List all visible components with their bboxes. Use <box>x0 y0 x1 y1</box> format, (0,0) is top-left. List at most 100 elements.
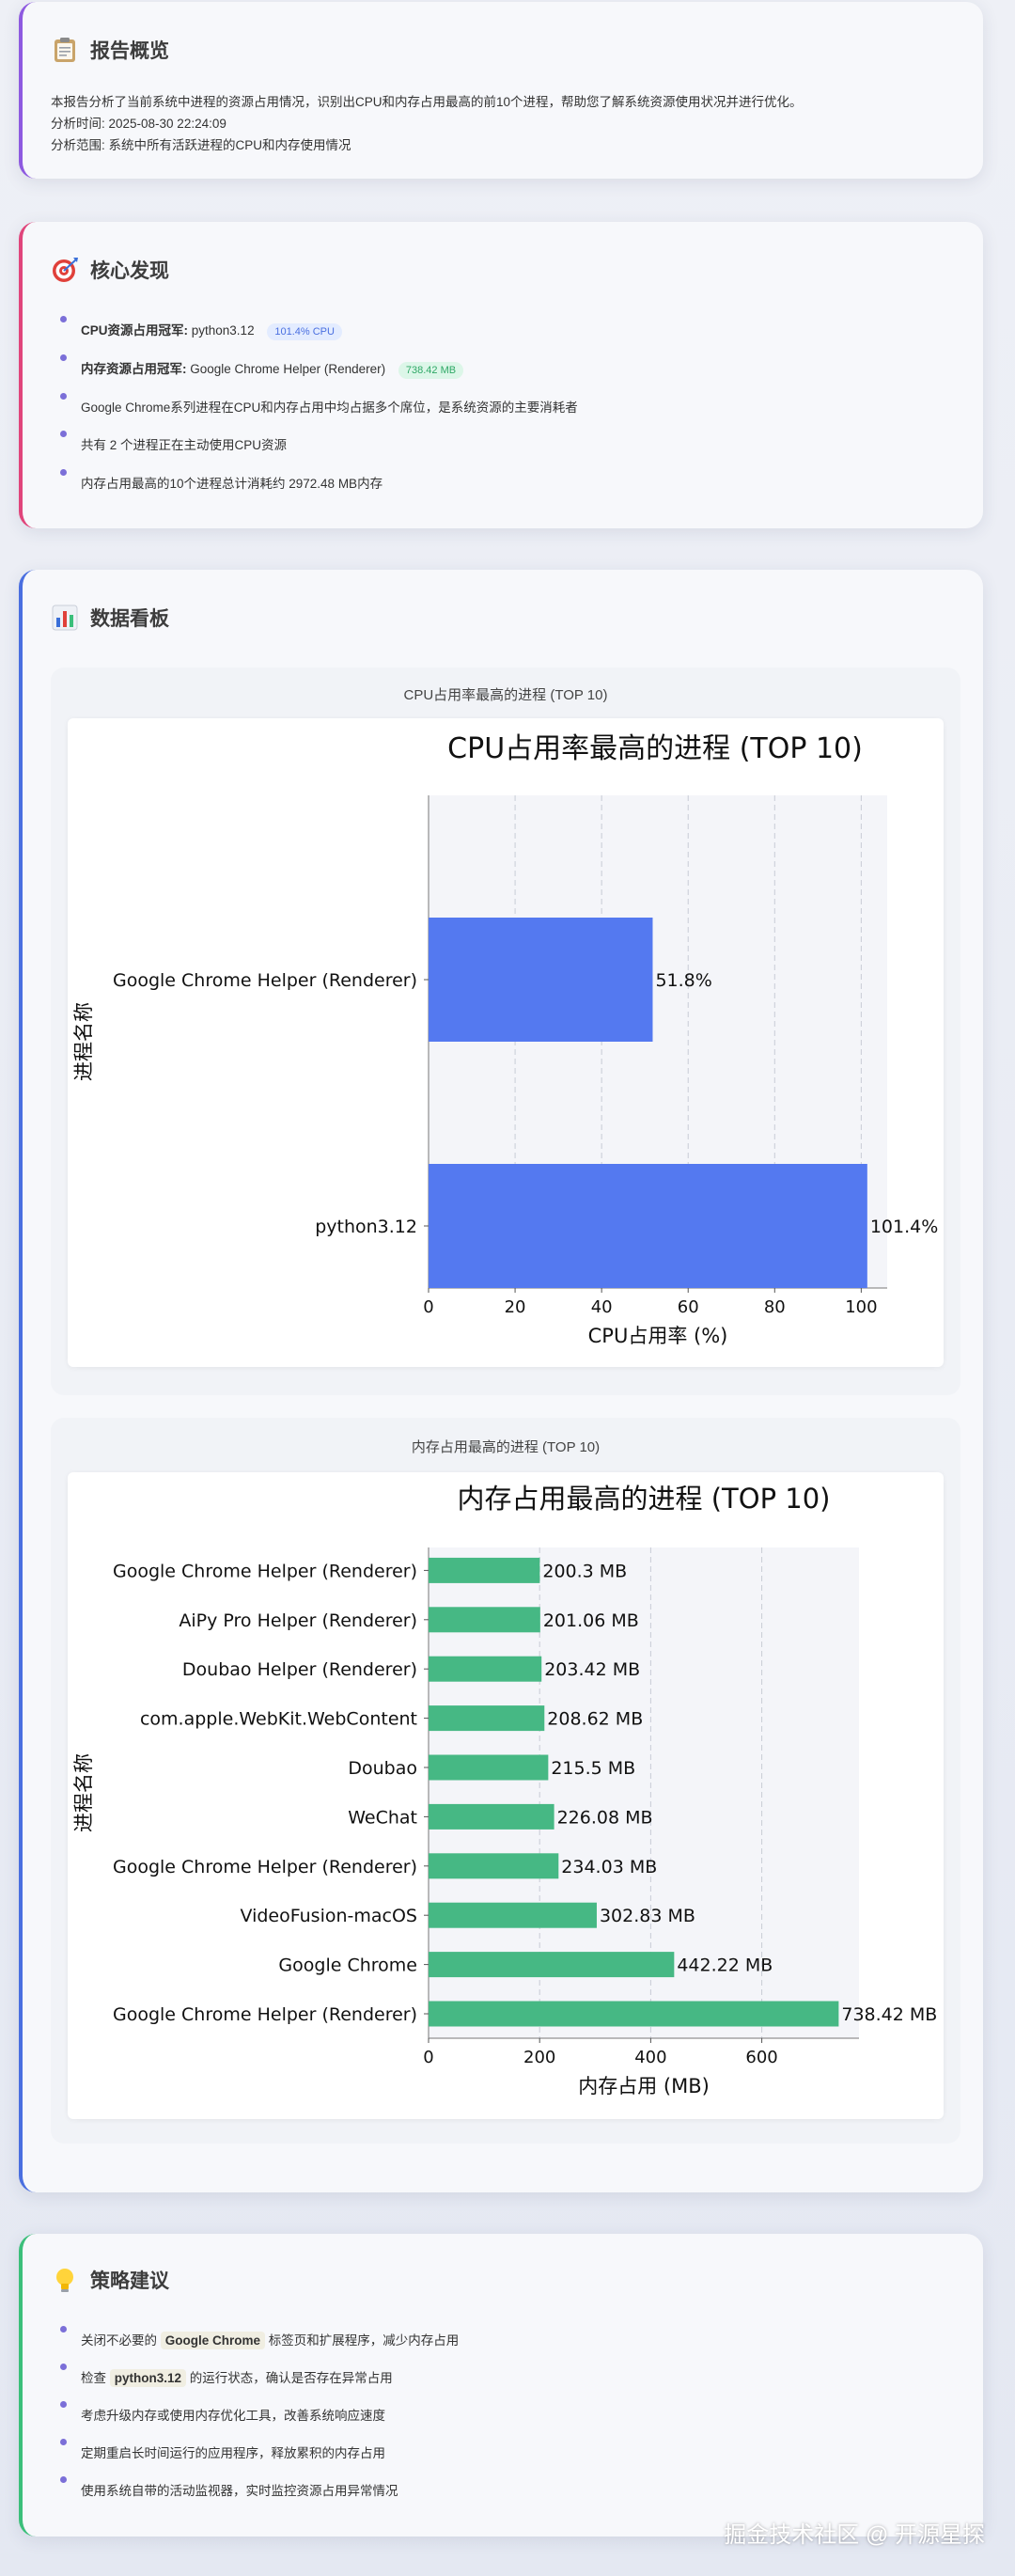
overview-title: 报告概览 <box>90 40 169 62</box>
dashboard-header: 数据看板 <box>51 604 169 632</box>
overview-card: 报告概览 本报告分析了当前系统中进程的资源占用情况，识别出CPU和内存占用最高的… <box>19 2 983 179</box>
finding-item-5: 内存占用最高的10个进程总计消耗约 2972.48 MB内存 <box>51 469 953 510</box>
x-tick-label: 0 <box>423 1297 433 1317</box>
data-label: 302.83 MB <box>600 1906 695 1926</box>
finding-cpu-label: CPU资源占用冠军: <box>81 323 188 338</box>
strategy-item-4: 定期重启长时间运行的应用程序，释放累积的内存占用 <box>51 2439 953 2480</box>
cpu-chart-box: CPU占用率最高的进程 (TOP 10) 0 20 40 60 80 100 CPU占用率 (… <box>68 718 944 1367</box>
strategy-item-2: 检查 python3.12 的运行状态，确认是否存在异常占用 <box>51 2364 953 2405</box>
strategy-item-2-post: 的运行状态，确认是否存在异常占用 <box>186 2371 393 2385</box>
bar-chart-icon <box>51 604 79 632</box>
findings-list: CPU资源占用冠军: python3.12 101.4% CPU 内存资源占用冠… <box>51 316 953 510</box>
cpu-chart: CPU占用率最高的进程 (TOP 10) 0 20 40 60 80 100 CPU占用率 (… <box>72 732 938 1347</box>
strategy-item-1-post: 标签页和扩展程序，减少内存占用 <box>265 2333 460 2348</box>
data-label: 215.5 MB <box>551 1758 635 1779</box>
bar <box>429 1607 540 1633</box>
y-tick-label: Google Chrome <box>278 1956 417 1976</box>
mem-badge: 738.42 MB <box>398 362 464 379</box>
overview-time: 分析时间: 2025-08-30 22:24:09 <box>51 117 226 131</box>
data-label: 51.8% <box>655 970 711 991</box>
bar <box>429 1754 549 1781</box>
y-tick-label: Google Chrome Helper (Renderer) <box>113 1561 417 1581</box>
data-label: 201.06 MB <box>543 1610 639 1631</box>
x-tick-label: 0 <box>423 2048 433 2067</box>
strategy-item-5: 使用系统自带的活动监视器，实时监控资源占用异常情况 <box>51 2476 953 2518</box>
x-tick-label: 80 <box>764 1297 786 1317</box>
bar <box>429 1164 867 1288</box>
data-label: 226.08 MB <box>557 1807 653 1828</box>
chart-title: CPU占用率最高的进程 (TOP 10) <box>447 732 863 765</box>
data-label: 101.4% <box>870 1217 938 1237</box>
python-chip: python3.12 <box>109 2369 187 2387</box>
lightbulb-icon <box>51 2266 79 2294</box>
dashboard-card: 数据看板 CPU占用率最高的进程 (TOP 10) CPU占用率最高的进程 (T… <box>19 570 983 2192</box>
cpu-badge: 101.4% CPU <box>267 323 342 340</box>
bar <box>429 918 653 1042</box>
finding-cpu: CPU资源占用冠军: python3.12 101.4% CPU <box>51 316 953 358</box>
x-tick-label: 40 <box>591 1297 613 1317</box>
overview-description: 本报告分析了当前系统中进程的资源占用情况，识别出CPU和内存占用最高的前10个进… <box>51 95 803 109</box>
mem-chart-caption: 内存占用最高的进程 (TOP 10) <box>411 1439 601 1455</box>
data-label: 234.03 MB <box>561 1857 657 1877</box>
cpu-chart-panel: CPU占用率最高的进程 (TOP 10) CPU占用率最高的进程 (TOP 10… <box>51 668 960 1395</box>
strategy-header: 策略建议 <box>51 2266 169 2294</box>
clipboard-icon <box>51 36 79 64</box>
chart-title: 内存占用最高的进程 (TOP 10) <box>458 1483 831 1515</box>
finding-mem-value: Google Chrome Helper (Renderer) <box>190 362 386 376</box>
y-axis-label: 进程名称 <box>72 1002 95 1081</box>
finding-item-3: Google Chrome系列进程在CPU和内存占用中均占据多个席位，是系统资源… <box>51 393 953 434</box>
data-label: 200.3 MB <box>542 1561 627 1581</box>
y-tick-label: Google Chrome Helper (Renderer) <box>113 2004 417 2025</box>
finding-item-4: 共有 2 个进程正在主动使用CPU资源 <box>51 431 953 473</box>
y-tick-label: com.apple.WebKit.WebContent <box>140 1709 417 1730</box>
bar <box>429 1557 540 1583</box>
overview-body: 本报告分析了当前系统中进程的资源占用情况，识别出CPU和内存占用最高的前10个进… <box>51 91 803 156</box>
y-tick-label: Doubao <box>348 1758 417 1779</box>
x-tick-label: 100 <box>845 1297 877 1317</box>
findings-header: 核心发现 <box>51 256 169 284</box>
finding-cpu-value: python3.12 <box>191 323 255 338</box>
y-axis-label: 进程名称 <box>72 1753 95 1832</box>
x-axis-label: 内存占用 (MB) <box>578 2075 710 2097</box>
data-label: 208.62 MB <box>547 1709 643 1730</box>
x-axis-label: CPU占用率 (%) <box>588 1325 728 1347</box>
target-icon <box>51 256 79 284</box>
x-tick-label: 600 <box>745 2048 777 2067</box>
strategy-item-2-pre: 检查 <box>81 2371 110 2385</box>
cpu-chart-caption: CPU占用率最高的进程 (TOP 10) <box>403 687 608 703</box>
bar <box>429 1853 559 1879</box>
mem-chart-box: 内存占用最高的进程 (TOP 10) 0 200 400 600 内存占用 (MB) 进程名… <box>68 1472 944 2119</box>
x-tick-label: 400 <box>634 2048 666 2067</box>
x-tick-label: 20 <box>505 1297 526 1317</box>
overview-header: 报告概览 <box>51 36 169 64</box>
x-tick-label: 60 <box>678 1297 699 1317</box>
strategy-card: 策略建议 关闭不必要的 Google Chrome 标签页和扩展程序，减少内存占… <box>19 2234 983 2537</box>
strategy-item-3: 考虑升级内存或使用内存优化工具，改善系统响应速度 <box>51 2401 953 2442</box>
y-tick-label: VideoFusion-macOS <box>241 1906 417 1926</box>
strategy-item-1-pre: 关闭不必要的 <box>81 2333 161 2348</box>
chrome-chip: Google Chrome <box>160 2332 266 2349</box>
findings-title: 核心发现 <box>90 260 169 282</box>
y-tick-label: Google Chrome Helper (Renderer) <box>113 1857 417 1877</box>
y-tick-label: Doubao Helper (Renderer) <box>182 1659 417 1680</box>
bar <box>429 1803 554 1830</box>
bar <box>429 1656 542 1682</box>
strategy-title: 策略建议 <box>90 2270 169 2292</box>
bar <box>429 1952 675 1978</box>
mem-chart: 内存占用最高的进程 (TOP 10) 0 200 400 600 内存占用 (MB) 进程名… <box>72 1483 937 2097</box>
findings-card: 核心发现 CPU资源占用冠军: python3.12 101.4% CPU 内存… <box>19 222 983 528</box>
y-tick-label: WeChat <box>348 1807 417 1828</box>
data-label: 203.42 MB <box>544 1659 640 1680</box>
y-tick-label: AiPy Pro Helper (Renderer) <box>179 1610 417 1631</box>
data-label: 442.22 MB <box>677 1956 773 1976</box>
watermark: 掘金技术社区 @ 开源星探 <box>724 2522 985 2548</box>
finding-mem-label: 内存资源占用冠军: <box>81 362 187 376</box>
strategy-item-1: 关闭不必要的 Google Chrome 标签页和扩展程序，减少内存占用 <box>51 2326 953 2367</box>
dashboard-title: 数据看板 <box>90 608 169 630</box>
mem-chart-panel: 内存占用最高的进程 (TOP 10) 内存占用最高的进程 (TOP 10) 0 20… <box>51 1418 960 2144</box>
finding-mem: 内存资源占用冠军: Google Chrome Helper (Renderer… <box>51 354 953 397</box>
y-tick-label: Google Chrome Helper (Renderer) <box>113 970 417 991</box>
x-tick-label: 200 <box>523 2048 555 2067</box>
bar <box>429 2001 839 2027</box>
bar <box>429 1705 545 1732</box>
